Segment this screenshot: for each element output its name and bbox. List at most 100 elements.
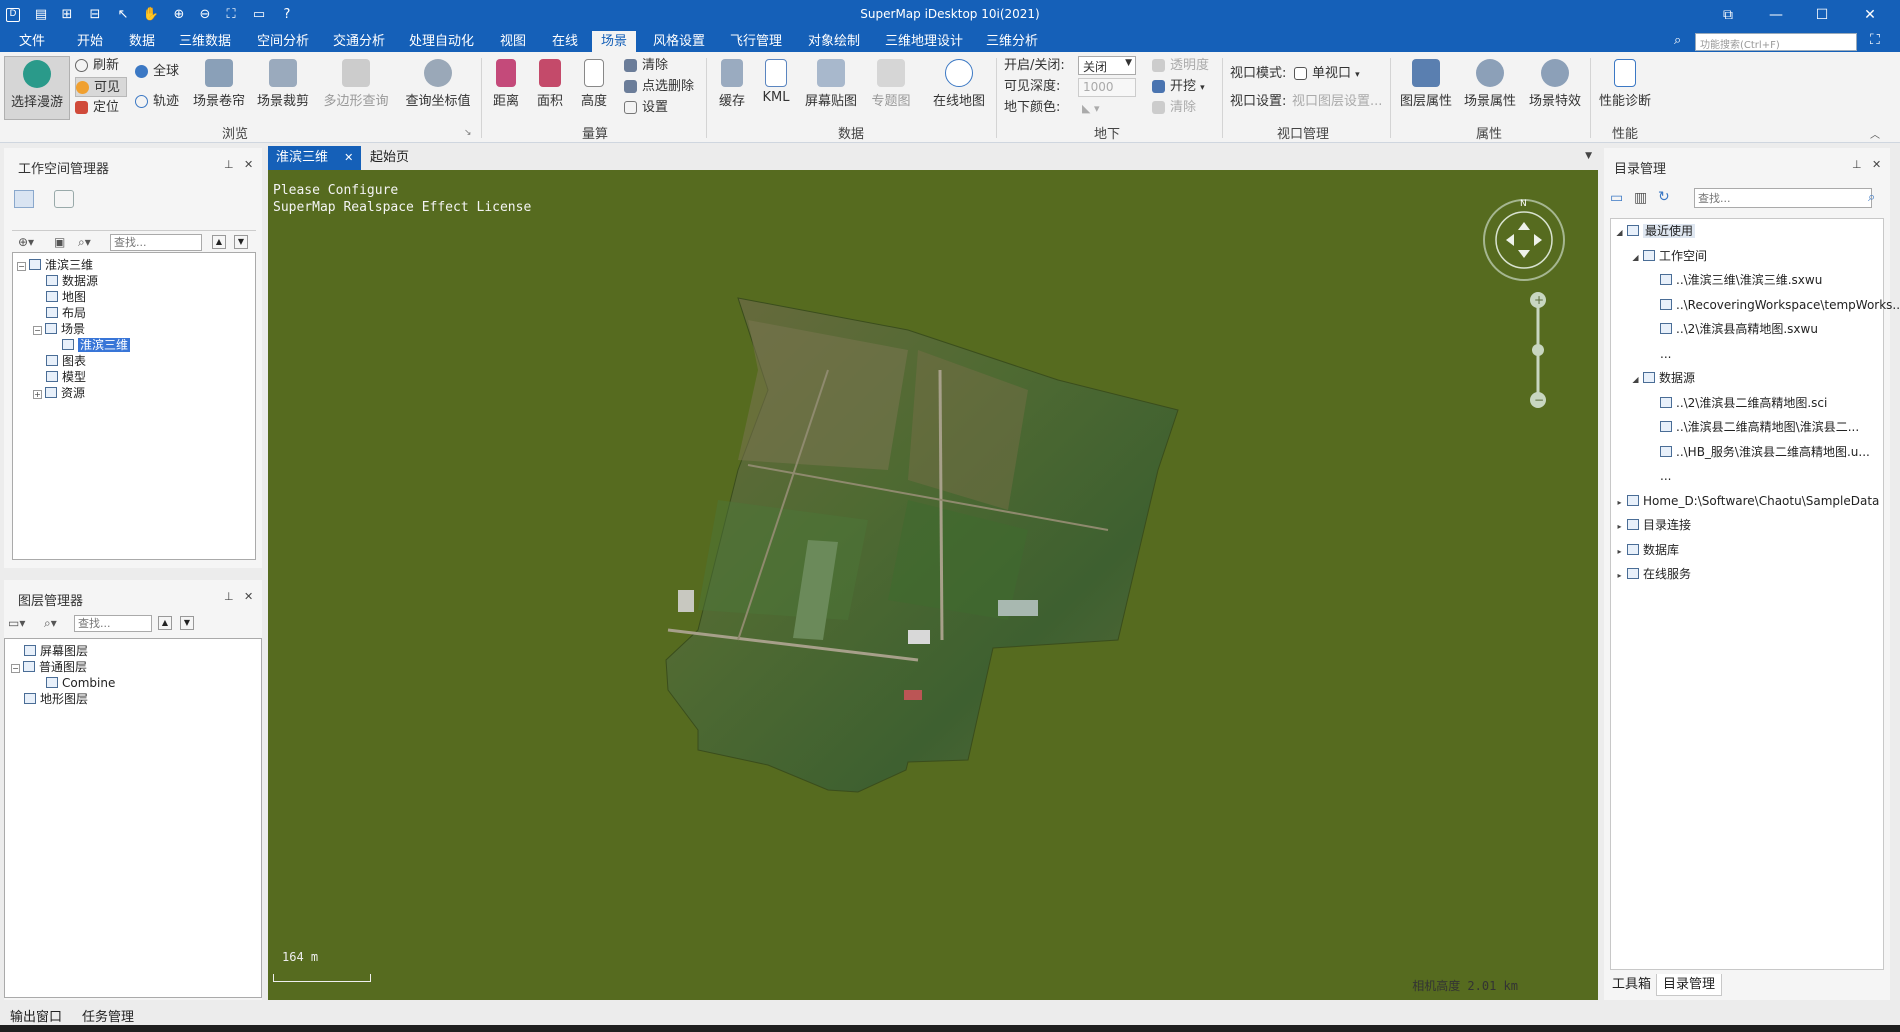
paint-bucket-icon[interactable]: ◣ ▾ [1082,102,1099,115]
workspace-tree-item[interactable]: 地图 [33,289,86,305]
workspace-tree-item[interactable]: 图表 [33,353,86,369]
catalog-tree-item[interactable]: ◢ 工作空间 [1631,248,1707,264]
pin-icon[interactable]: ⊥ [224,158,234,171]
tab-scene[interactable]: 场景 [592,31,637,52]
layer-tree-item[interactable]: 屏幕图层 [11,643,88,659]
underground-clear-button[interactable]: 清除 [1152,98,1196,118]
catalog-tree-item[interactable]: ▸ Home_D:\Software\Chaotu\SampleData [1615,493,1879,509]
search-icon[interactable]: ⌕ [1868,190,1875,205]
tab-output-window[interactable]: 输出窗口 [10,1006,62,1025]
find-icon[interactable]: ⌕▾ [44,616,57,631]
workspace-tree-item[interactable]: 数据源 [33,273,98,289]
online-map-button[interactable]: 在线地图 [928,56,990,120]
polygon-query-button[interactable]: 多边形查询 [318,56,394,120]
transparency-button[interactable]: 透明度 [1152,56,1209,76]
track-button[interactable]: 轨迹 [135,92,179,112]
compass-pad[interactable] [1495,211,1553,269]
tab-flight-management[interactable]: 飞行管理 [721,31,791,52]
thematic-button[interactable]: 专题图 [866,56,916,120]
expand-icon[interactable]: ▸ [1615,572,1624,581]
close-icon[interactable]: ✕ [244,590,253,603]
underground-toggle-select[interactable]: 关闭 ▼ [1078,56,1136,75]
previous-icon[interactable]: ▲ [158,616,172,630]
tab-start[interactable]: 开始 [68,31,112,52]
tab-toolbox[interactable]: 工具箱 [1606,974,1657,996]
full-globe-button[interactable]: 全球 [135,62,179,82]
catalog-tree-item[interactable]: ..\HB_服务\淮滨县二维高精地图.u... [1647,444,1870,460]
minimize-button[interactable]: — [1756,4,1796,26]
cache-button[interactable]: 缓存 [712,56,752,120]
pan-up-icon[interactable] [1518,222,1530,230]
pin-icon[interactable]: ⊥ [224,590,234,603]
collapse-icon[interactable]: ◢ [1631,376,1640,385]
tab-3d-data[interactable]: 三维数据 [170,31,240,52]
workspace-tree-icon[interactable] [14,190,34,208]
next-icon[interactable]: ▼ [180,616,194,630]
viewport-mode-select[interactable]: 单视口 ▾ [1294,64,1360,84]
close-icon[interactable]: ✕ [244,158,253,171]
locate-button[interactable]: 定位 [75,98,119,118]
tab-task-management[interactable]: 任务管理 [82,1006,134,1025]
refresh-icon[interactable]: ↻ [1658,189,1670,205]
catalog-tree-item[interactable]: ▸ 目录连接 [1615,517,1691,533]
performance-diagnosis-button[interactable]: 性能诊断 [1594,56,1656,120]
tab-automation[interactable]: 处理自动化 [400,31,483,52]
layer-search-input[interactable] [74,615,152,632]
expand-icon[interactable]: + [33,390,42,399]
dialog-launcher-icon[interactable]: ↘ [464,128,472,138]
compass-north-label[interactable]: N [1520,199,1527,209]
tab-style-settings[interactable]: 风格设置 [644,31,714,52]
pan-right-icon[interactable] [1534,234,1542,246]
datasource-icon[interactable] [54,190,74,208]
tab-3d-analysis[interactable]: 三维分析 [977,31,1047,52]
scene-roll-button[interactable]: 场景卷帘 [186,56,252,120]
pan-down-icon[interactable] [1518,250,1530,258]
zoom-slider-handle[interactable] [1532,344,1544,356]
properties-icon[interactable]: ▣ [54,235,65,249]
catalog-search-input[interactable] [1694,188,1872,208]
expand-icon[interactable]: ▸ [1615,498,1624,508]
previous-icon[interactable]: ▲ [212,235,226,249]
pin-icon[interactable]: ⊥ [1852,158,1862,171]
scene-clip-button[interactable]: 场景裁剪 [250,56,316,120]
layer-tree-item[interactable]: − 普通图层 [11,659,87,675]
scene-props-button[interactable]: 场景属性 [1460,56,1520,120]
measure-clear-button[interactable]: 清除 [624,56,668,76]
collapse-ribbon-icon[interactable]: ︿ [1870,126,1880,141]
refresh-button[interactable]: 刷新 [75,56,119,76]
find-icon[interactable]: ⌕▾ [78,235,91,250]
tab-view[interactable]: 视图 [491,31,535,52]
workspace-search-input[interactable] [110,234,202,251]
kml-button[interactable]: KML [756,56,796,120]
catalog-tree-item[interactable]: ◢ 数据源 [1631,370,1695,386]
collapse-icon[interactable]: − [33,326,42,335]
tab-object-drawing[interactable]: 对象绘制 [799,31,869,52]
workspace-tree-item[interactable]: − 淮滨三维 [17,257,93,273]
visible-button[interactable]: 可见 [75,77,127,97]
workspace-tree-item[interactable]: 淮滨三维 [49,337,131,353]
expand-icon[interactable]: ▸ [1615,523,1624,532]
delete-icon[interactable]: ▥ [1634,190,1647,206]
tab-3d-geodesign[interactable]: 三维地理设计 [876,31,972,52]
catalog-tree-item[interactable]: ◢ 最近使用 [1615,223,1696,239]
close-tab-icon[interactable]: ✕ [344,151,353,164]
point-delete-button[interactable]: 点选删除 [624,77,694,97]
layer-tree-item[interactable]: Combine [33,675,115,691]
excavate-button[interactable]: 开挖 ▾ [1152,77,1205,97]
tab-huaibin-3d[interactable]: 淮滨三维 ✕ [268,146,362,170]
catalog-tree-item[interactable]: ..\2\淮滨县高精地图.sxwu [1647,321,1818,337]
fullscreen-icon[interactable]: ⛶ [1870,32,1880,48]
close-icon[interactable]: ✕ [1872,158,1881,171]
area-button[interactable]: 面积 [530,56,570,120]
open-icon[interactable]: ⊕▾ [18,235,34,249]
add-layer-icon[interactable]: ▭▾ [8,616,25,630]
scene-effects-button[interactable]: 场景特效 [1524,56,1586,120]
collapse-icon[interactable]: − [11,664,20,673]
next-icon[interactable]: ▼ [234,235,248,249]
catalog-tree-item[interactable]: ... [1647,346,1671,362]
layer-tree-item[interactable]: 地形图层 [11,691,88,707]
new-folder-icon[interactable]: ▭ [1610,190,1623,206]
query-coord-button[interactable]: 查询坐标值 [400,56,476,120]
pan-left-icon[interactable] [1506,234,1514,246]
catalog-tree-item[interactable]: ..\淮滨三维\淮滨三维.sxwu [1647,272,1822,288]
